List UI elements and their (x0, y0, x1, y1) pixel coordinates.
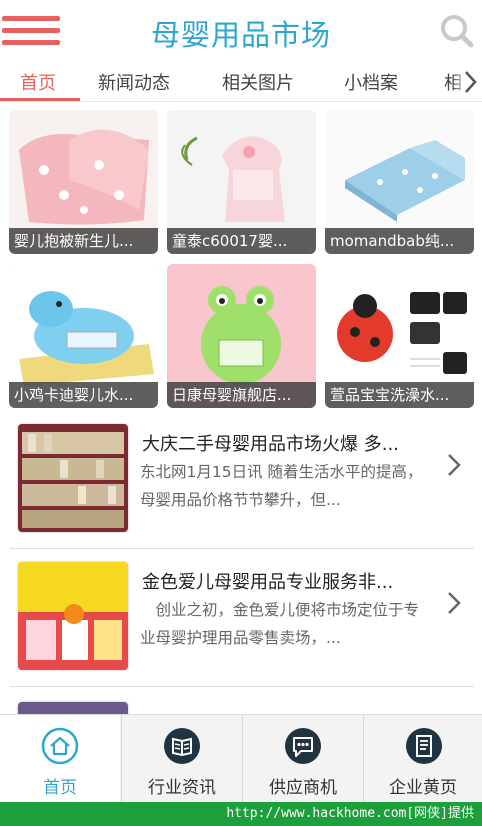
gallery-caption: 萱品宝宝洗澡水... (325, 382, 474, 408)
tab-scroll-right-icon[interactable] (462, 68, 478, 96)
active-tab-indicator (0, 98, 80, 101)
nav-label: 首页 (43, 778, 77, 798)
nav-supply[interactable]: 供应商机 (243, 715, 363, 803)
chevron-right-icon (448, 592, 461, 614)
search-icon[interactable] (440, 14, 474, 48)
news-list-item[interactable]: 金色爱儿母婴用品专业服务非... 创业之初，金色爱儿便将市场定位于专业母婴护理用… (0, 552, 482, 688)
gallery-card[interactable]: 萱品宝宝洗澡水... (325, 264, 474, 408)
tab-profile[interactable]: 小档案 (344, 69, 398, 95)
chevron-right-icon (448, 454, 461, 476)
chat-icon (285, 728, 321, 764)
storefront-image (18, 562, 128, 670)
nav-label: 行业资讯 (148, 778, 216, 798)
news-thumbnail (18, 562, 128, 670)
gallery-caption: 婴儿抱被新生儿... (9, 228, 158, 254)
book-icon (164, 728, 200, 764)
nav-home[interactable]: 首页 (0, 715, 120, 803)
watermark-bar: http://www.hackhome.com[网侠]提供 (0, 802, 482, 826)
gallery-card[interactable]: 小鸡卡迪婴儿水... (9, 264, 158, 408)
app-header: 母婴用品市场 (0, 0, 482, 62)
gallery-card[interactable]: 日康母婴旗舰店... (167, 264, 316, 408)
news-thumbnail (18, 702, 128, 714)
document-icon (406, 728, 442, 764)
tab-pictures[interactable]: 相关图片 (222, 69, 294, 95)
bottom-navigation: 首页 行业资讯 供应商机 企业黄页 (0, 714, 482, 803)
news-summary: 东北网1月15日讯 随着生活水平的提高，母婴用品价格节节攀升，但... (140, 463, 423, 509)
shelf-products-image (18, 424, 128, 532)
gallery-card[interactable]: 童泰c60017婴... (167, 110, 316, 254)
nav-label: 企业黄页 (389, 778, 457, 798)
gallery-caption: momandbab纯... (325, 228, 474, 254)
nav-industry-news[interactable]: 行业资讯 (122, 715, 242, 803)
divider (10, 548, 474, 549)
nav-label: 供应商机 (269, 778, 337, 798)
news-title: 大庆二手母婴用品市场火爆 多... (142, 434, 399, 455)
tab-bar: 首页 新闻动态 相关图片 小档案 相 (0, 62, 482, 102)
news-list-item[interactable]: 大庆二手母婴用品市场火爆 多... 东北网1月15日讯 随着生活水平的提高，母婴… (0, 414, 482, 550)
app-title: 母婴用品市场 (150, 18, 331, 52)
gallery-caption: 童泰c60017婴... (167, 228, 316, 254)
news-list-item-partial[interactable] (0, 690, 482, 714)
news-title: 金色爱儿母婴用品专业服务非... (142, 572, 394, 593)
gallery-card[interactable]: 婴儿抱被新生儿... (9, 110, 158, 254)
nav-yellow-pages[interactable]: 企业黄页 (364, 715, 482, 803)
tab-home[interactable]: 首页 (20, 69, 56, 95)
gallery-caption: 小鸡卡迪婴儿水... (9, 382, 158, 408)
gallery-card[interactable]: momandbab纯... (325, 110, 474, 254)
tab-news[interactable]: 新闻动态 (98, 69, 170, 95)
divider (10, 686, 474, 687)
home-icon (41, 727, 79, 765)
news-thumbnail (18, 424, 128, 532)
gallery-caption: 日康母婴旗舰店... (167, 382, 316, 408)
news-summary: 创业之初，金色爱儿便将市场定位于专业母婴护理用品零售卖场，... (140, 601, 420, 647)
